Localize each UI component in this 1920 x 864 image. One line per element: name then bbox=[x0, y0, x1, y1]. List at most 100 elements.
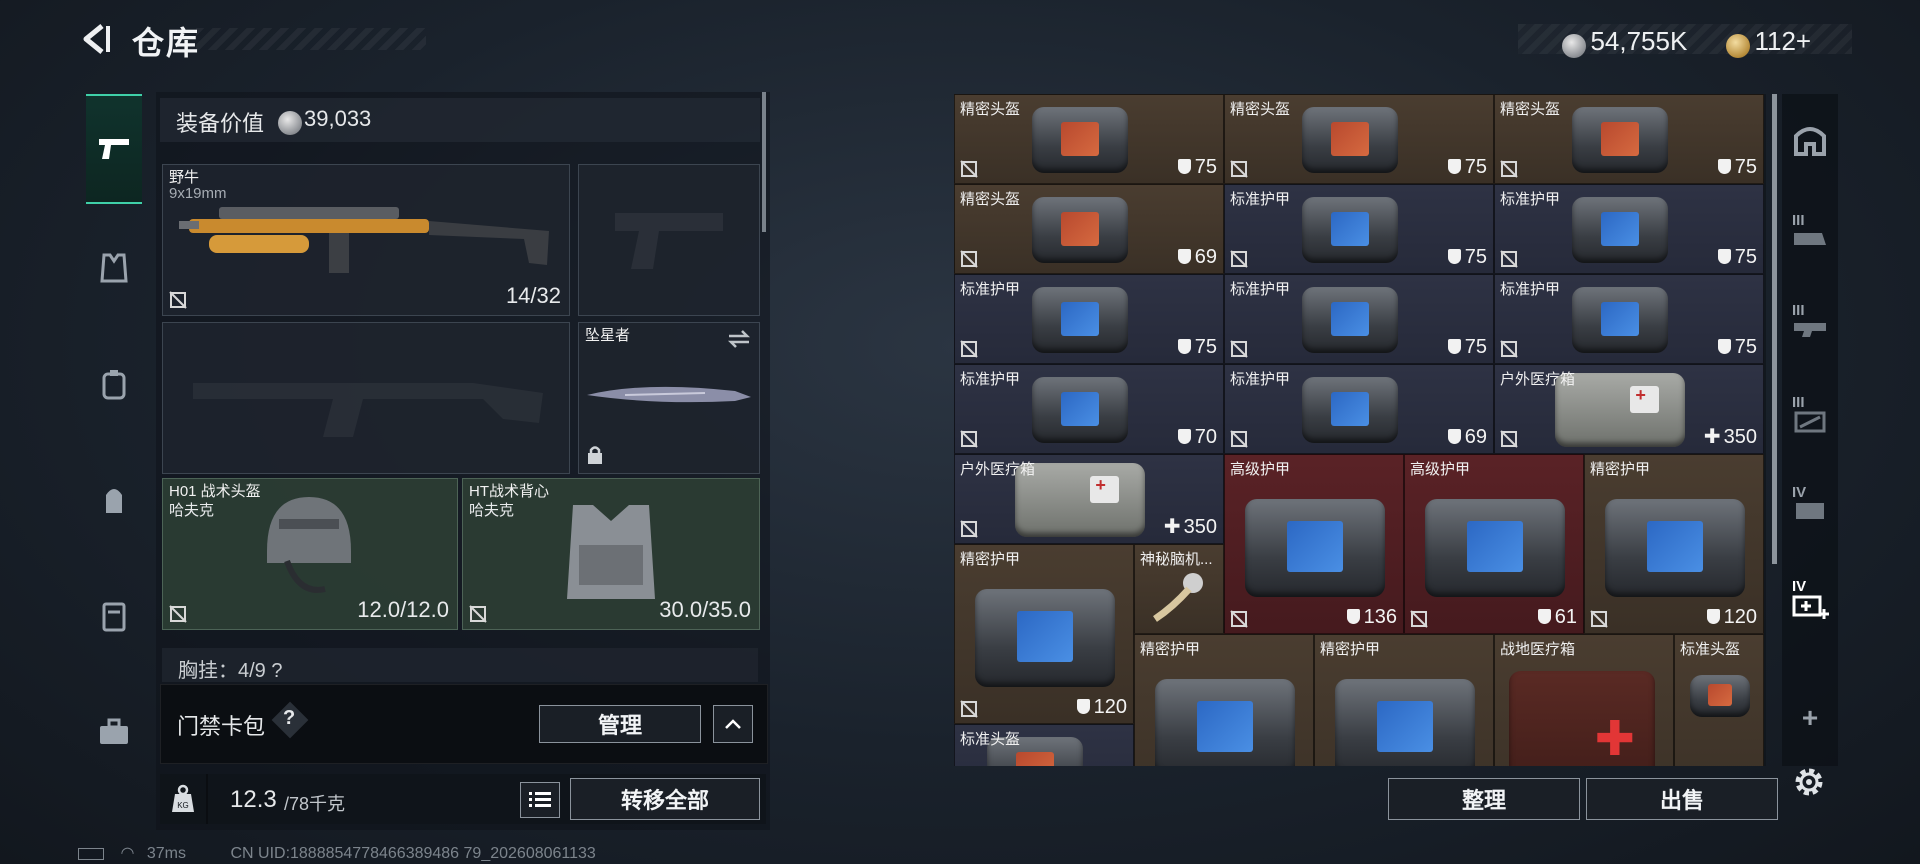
inventory-item[interactable]: 精密护甲 120 bbox=[954, 544, 1134, 724]
inventory-scrollbar[interactable] bbox=[1772, 94, 1777, 564]
item-name: 精密头盔 bbox=[1230, 101, 1291, 118]
wifi-icon: ◠ bbox=[120, 845, 135, 862]
primary-weapon-slot[interactable]: 野牛 9x19mm 14/32 bbox=[162, 164, 570, 316]
inventory-item[interactable]: 精密头盔 75 bbox=[1494, 94, 1764, 184]
sell-button[interactable]: 出售 bbox=[1586, 778, 1778, 820]
armor-case-icon bbox=[1032, 287, 1128, 353]
inventory-item[interactable]: 高级护甲 61 bbox=[1404, 454, 1584, 634]
item-durability: 61 bbox=[1537, 606, 1577, 629]
vest-slot[interactable]: HT战术背心 哈夫克 30.0/35.0 bbox=[462, 478, 760, 630]
equipment-scrollbar[interactable] bbox=[762, 92, 766, 232]
case-screen bbox=[1287, 520, 1343, 572]
secondary-weapon-slot[interactable] bbox=[162, 322, 570, 474]
inventory-item[interactable]: 精密头盔 69 bbox=[954, 184, 1224, 274]
chest-rig-row[interactable]: 胸挂：4/9 ? bbox=[162, 648, 758, 682]
inventory-item[interactable]: + 户外医疗箱 ✚ 350 bbox=[1494, 364, 1764, 454]
transfer-all-button[interactable]: 转移全部 bbox=[570, 778, 760, 820]
case-screen bbox=[1060, 391, 1100, 426]
category-rail bbox=[78, 86, 146, 806]
inventory-item[interactable]: 标准护甲 75 bbox=[954, 274, 1224, 364]
storage-tab-3b-icon[interactable]: III bbox=[1792, 302, 1828, 338]
settings-gear-icon[interactable] bbox=[1791, 764, 1827, 800]
no-insurance-icon bbox=[1500, 340, 1518, 358]
inventory-item[interactable]: 标准护甲 75 bbox=[1224, 274, 1494, 364]
backpack-icon bbox=[106, 489, 122, 513]
helmet-slot[interactable]: H01 战术头盔 哈夫克 12.0/12.0 bbox=[162, 478, 458, 630]
storage-tab-4-icon[interactable]: IV bbox=[1792, 484, 1828, 520]
pistol-slot[interactable] bbox=[578, 164, 760, 316]
melee-slot[interactable]: 坠星者 bbox=[578, 322, 760, 474]
inventory-item[interactable]: 标准头盔 bbox=[954, 724, 1134, 766]
no-insurance-icon bbox=[1500, 430, 1518, 448]
inventory-item[interactable]: 神秘脑机... bbox=[1134, 544, 1224, 634]
inventory-item[interactable]: 标准护甲 70 bbox=[954, 364, 1224, 454]
item-value: 69 bbox=[1464, 426, 1487, 448]
no-insurance-icon bbox=[1410, 610, 1428, 628]
heal-plus-icon: ✚ bbox=[1163, 516, 1181, 538]
storage-tab-home-icon[interactable] bbox=[1792, 122, 1828, 158]
list-view-button[interactable] bbox=[520, 782, 560, 818]
tab-case[interactable] bbox=[86, 704, 142, 760]
title-stripe bbox=[196, 28, 426, 50]
case-screen bbox=[1197, 700, 1253, 752]
equipment-value: 39,033 bbox=[304, 106, 372, 131]
item-name: 精密头盔 bbox=[1500, 101, 1561, 118]
inventory-item[interactable]: 精密护甲 bbox=[1134, 634, 1314, 766]
add-storage-icon[interactable]: + bbox=[1792, 702, 1828, 738]
sort-button[interactable]: 整理 bbox=[1388, 778, 1580, 820]
item-value: 70 bbox=[1194, 426, 1217, 448]
brain-chip-icon bbox=[1149, 567, 1209, 627]
inventory-item[interactable]: 精密头盔 75 bbox=[1224, 94, 1494, 184]
list-icon bbox=[529, 792, 551, 807]
tab-weapons[interactable] bbox=[86, 94, 142, 204]
gold-currency[interactable]: 112+ bbox=[1726, 26, 1811, 58]
item-durability: 75 bbox=[1447, 156, 1487, 179]
no-insurance-icon bbox=[169, 605, 187, 623]
rifle-silhouette-icon bbox=[193, 383, 543, 437]
item-durability: 75 bbox=[1177, 336, 1217, 359]
no-insurance-icon bbox=[169, 291, 187, 309]
case-screen bbox=[1330, 121, 1370, 156]
shield-icon bbox=[1447, 429, 1461, 444]
item-value: 350 bbox=[1723, 426, 1757, 448]
inventory-item[interactable]: 标准头盔 bbox=[1674, 634, 1764, 766]
item-name: 高级护甲 bbox=[1230, 461, 1291, 478]
storage-tab-4-add-icon[interactable]: IV bbox=[1792, 578, 1829, 619]
inventory-item[interactable]: + 户外医疗箱 ✚ 350 bbox=[954, 454, 1224, 544]
inventory-item[interactable]: 精密护甲 bbox=[1314, 634, 1494, 766]
collapse-button[interactable] bbox=[713, 705, 753, 743]
ping-value: 37ms bbox=[146, 845, 186, 862]
manage-button[interactable]: 管理 bbox=[539, 705, 701, 743]
tab-backpack[interactable] bbox=[86, 356, 142, 412]
inventory-item[interactable]: 高级护甲 136 bbox=[1224, 454, 1404, 634]
inventory-item[interactable]: 精密头盔 75 bbox=[954, 94, 1224, 184]
no-insurance-icon bbox=[960, 520, 978, 538]
tab-armor[interactable] bbox=[86, 240, 142, 296]
case-screen bbox=[1600, 301, 1640, 336]
item-value: 75 bbox=[1194, 336, 1217, 358]
item-value: 61 bbox=[1554, 606, 1577, 628]
silver-coin-icon bbox=[1562, 33, 1586, 58]
no-insurance-icon bbox=[960, 160, 978, 178]
swap-icon[interactable] bbox=[727, 329, 751, 349]
tab-container[interactable] bbox=[86, 588, 142, 644]
storage-tab-3-icon[interactable]: III bbox=[1792, 212, 1828, 248]
help-icon[interactable]: ? bbox=[283, 707, 295, 730]
shield-icon bbox=[1447, 339, 1461, 354]
inventory-item[interactable]: 标准护甲 75 bbox=[1224, 184, 1494, 274]
vest-armor-icon bbox=[567, 505, 655, 599]
tab-bag[interactable] bbox=[86, 472, 142, 528]
inventory-item[interactable]: 标准护甲 69 bbox=[1224, 364, 1494, 454]
inventory-item[interactable]: 标准护甲 75 bbox=[1494, 274, 1764, 364]
item-value: 350 bbox=[1183, 516, 1217, 538]
inventory-item[interactable]: ✚ 战地医疗箱 bbox=[1494, 634, 1674, 766]
back-arrow-icon[interactable] bbox=[78, 22, 112, 56]
storage-tab-3c-icon[interactable]: III bbox=[1792, 394, 1828, 433]
item-name: 标准头盔 bbox=[1680, 641, 1741, 658]
chevron-up-icon bbox=[725, 719, 741, 729]
item-name: 精密头盔 bbox=[960, 191, 1021, 208]
inventory-item[interactable]: 标准护甲 75 bbox=[1494, 184, 1764, 274]
knife-icon bbox=[587, 386, 751, 403]
melee-name: 坠星者 bbox=[585, 327, 631, 344]
inventory-item[interactable]: 精密护甲 120 bbox=[1584, 454, 1764, 634]
